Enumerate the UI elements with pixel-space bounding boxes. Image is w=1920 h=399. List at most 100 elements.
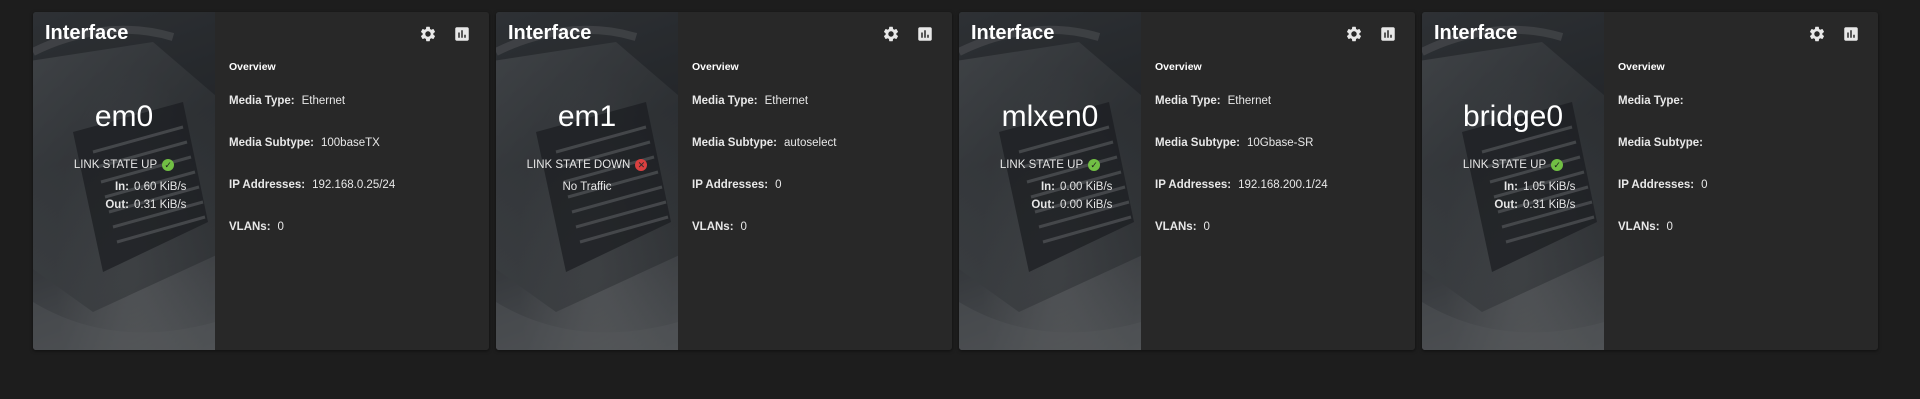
- property-row: Media Type: Ethernet: [229, 93, 395, 135]
- interface-card-mlxen0: Interface mlxen0 LINK STATE UP ✓ In: 0.00…: [959, 12, 1415, 350]
- gear-icon: [883, 26, 899, 42]
- property-key: Media Subtype:: [1155, 137, 1240, 149]
- interface-properties: Media Type: Ethernet Media Subtype: autosel…: [692, 93, 836, 261]
- interface-name: em1: [557, 100, 617, 133]
- property-key: IP Addresses:: [1155, 179, 1232, 191]
- property-key: Media Subtype:: [1618, 137, 1703, 149]
- in-rate: In: 0.60 KiB/s: [33, 178, 215, 196]
- property-value: 0: [1203, 221, 1210, 233]
- no-traffic-label: No Traffic: [562, 181, 612, 193]
- property-value: 192.168.0.25/24: [312, 179, 396, 191]
- property-row: IP Addresses: 0: [692, 177, 836, 219]
- property-row: VLANs: 0: [692, 219, 836, 261]
- property-row: Media Subtype: autoselect: [692, 135, 836, 177]
- out-rate-value: 0.31 KiB/s: [134, 199, 187, 211]
- overview-heading: Overview: [1155, 61, 1202, 73]
- interface-card-em0: Interface em0 LINK STATE UP ✓ In: 0.60 Ki…: [33, 12, 489, 350]
- property-row: IP Addresses: 192.168.200.1/24: [1155, 177, 1328, 219]
- stats-button[interactable]: [1379, 25, 1397, 43]
- property-value: 100baseTX: [320, 137, 380, 149]
- traffic-stats: In: 0.00 KiB/s Out: 0.00 KiB/s: [959, 178, 1141, 214]
- link-state-label: LINK STATE DOWN: [526, 159, 631, 171]
- gear-icon: [1346, 26, 1362, 42]
- stats-button[interactable]: [453, 25, 471, 43]
- interface-card-details: Overview Media Type: Ethernet Media Subtyp…: [678, 12, 952, 350]
- interface-card-details: Overview Media Type: Media Subtype: IP Add…: [1604, 12, 1878, 350]
- property-value: 0: [1666, 221, 1673, 233]
- in-rate-label: In:: [1503, 181, 1518, 193]
- in-rate: In: 1.05 KiB/s: [1422, 178, 1604, 196]
- property-value: Ethernet: [301, 95, 346, 107]
- property-row: IP Addresses: 192.168.0.25/24: [229, 177, 395, 219]
- interface-name: bridge0: [1462, 100, 1564, 133]
- property-row: IP Addresses: 0: [1618, 177, 1710, 219]
- property-key: VLANs:: [1155, 221, 1197, 233]
- property-row: Media Type:: [1618, 93, 1710, 135]
- property-value: 0: [740, 221, 747, 233]
- link-state: LINK STATE UP ✓: [33, 159, 215, 171]
- property-row: Media Subtype: 10Gbase-SR: [1155, 135, 1328, 177]
- card-title: Interface: [971, 22, 1055, 44]
- link-state: LINK STATE DOWN ✕: [496, 159, 678, 171]
- link-state: LINK STATE UP ✓: [959, 159, 1141, 171]
- property-key: IP Addresses:: [692, 179, 769, 191]
- interface-card-hero: Interface em0 LINK STATE UP ✓ In: 0.60 Ki…: [33, 12, 215, 350]
- in-rate-label: In:: [114, 181, 129, 193]
- out-rate: Out: 0.31 KiB/s: [33, 196, 215, 214]
- property-key: Media Subtype:: [692, 137, 777, 149]
- overview-heading: Overview: [1618, 61, 1665, 73]
- in-rate: In: 0.00 KiB/s: [959, 178, 1141, 196]
- interface-card-em1: Interface em1 LINK STATE DOWN ✕ No Traff…: [496, 12, 952, 350]
- property-row: VLANs: 0: [1155, 219, 1328, 261]
- out-rate: Out: 0.00 KiB/s: [959, 196, 1141, 214]
- interface-card-hero: Interface bridge0 LINK STATE UP ✓ In: 1.0…: [1422, 12, 1604, 350]
- interface-card-hero: Interface mlxen0 LINK STATE UP ✓ In: 0.00…: [959, 12, 1141, 350]
- property-key: VLANs:: [692, 221, 734, 233]
- overview-heading: Overview: [692, 61, 739, 73]
- traffic-stats: In: 1.05 KiB/s Out: 0.31 KiB/s: [1422, 178, 1604, 214]
- check-circle-icon: ✓: [162, 159, 175, 171]
- settings-button[interactable]: [419, 25, 437, 43]
- card-title: Interface: [1434, 22, 1518, 44]
- property-value: 0: [1701, 179, 1708, 191]
- bar-chart-icon: [455, 27, 469, 41]
- settings-button[interactable]: [1808, 25, 1826, 43]
- out-rate-label: Out:: [105, 199, 129, 211]
- link-state-label: LINK STATE UP: [999, 159, 1084, 171]
- out-rate-value: 0.00 KiB/s: [1060, 199, 1113, 211]
- out-rate: Out: 0.31 KiB/s: [1422, 196, 1604, 214]
- stats-button[interactable]: [916, 25, 934, 43]
- out-rate-label: Out:: [1031, 199, 1055, 211]
- check-circle-icon: ✓: [1551, 159, 1564, 171]
- interface-card-hero: Interface em1 LINK STATE DOWN ✕ No Traff…: [496, 12, 678, 350]
- property-key: IP Addresses:: [229, 179, 306, 191]
- property-row: Media Type: Ethernet: [1155, 93, 1328, 135]
- property-value: 0: [277, 221, 284, 233]
- property-value: autoselect: [783, 137, 837, 149]
- property-row: Media Subtype:: [1618, 135, 1710, 177]
- settings-button[interactable]: [882, 25, 900, 43]
- property-row: VLANs: 0: [1618, 219, 1710, 261]
- interface-card-details: Overview Media Type: Ethernet Media Subtyp…: [215, 12, 489, 350]
- property-value: 0: [775, 179, 782, 191]
- overview-heading: Overview: [229, 61, 276, 73]
- property-value: Ethernet: [764, 95, 809, 107]
- in-rate-value: 1.05 KiB/s: [1523, 181, 1576, 193]
- interface-card-details: Overview Media Type: Ethernet Media Subtyp…: [1141, 12, 1415, 350]
- property-value: 10Gbase-SR: [1246, 137, 1314, 149]
- interface-name: mlxen0: [1001, 100, 1099, 133]
- property-row: Media Type: Ethernet: [692, 93, 836, 135]
- traffic-stats: No Traffic: [496, 178, 678, 196]
- in-rate-value: 0.00 KiB/s: [1060, 181, 1113, 193]
- interface-properties: Media Type: Ethernet Media Subtype: 100base…: [229, 93, 395, 261]
- bar-chart-icon: [1381, 27, 1395, 41]
- interface-properties: Media Type: Ethernet Media Subtype: 10Gbase…: [1155, 93, 1328, 261]
- property-key: Media Type:: [692, 95, 758, 107]
- property-row: VLANs: 0: [229, 219, 395, 261]
- settings-button[interactable]: [1345, 25, 1363, 43]
- error-circle-icon: ✕: [635, 159, 648, 171]
- stats-button[interactable]: [1842, 25, 1860, 43]
- in-rate-value: 0.60 KiB/s: [134, 181, 187, 193]
- out-rate-value: 0.31 KiB/s: [1523, 199, 1576, 211]
- gear-icon: [420, 26, 436, 42]
